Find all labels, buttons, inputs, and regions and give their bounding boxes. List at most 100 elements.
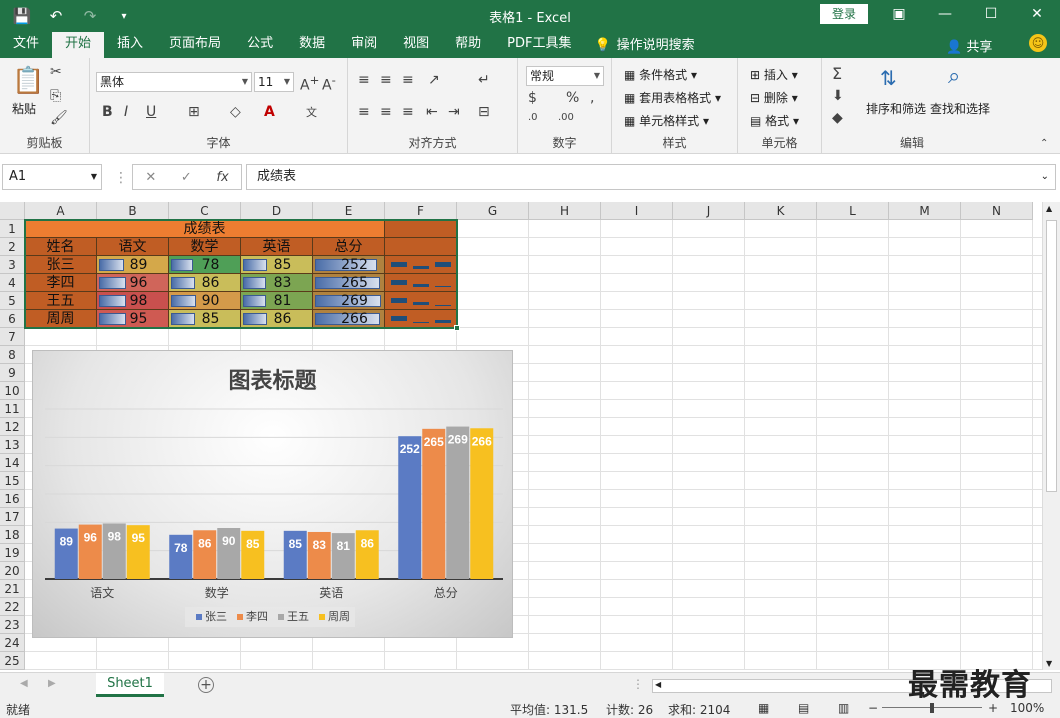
column-header-C[interactable]: C [169, 202, 241, 220]
total-cell[interactable]: 266 [313, 310, 385, 328]
feedback-smiley-icon[interactable]: ☺ [1029, 34, 1047, 52]
save-icon[interactable]: 💾 [12, 7, 32, 25]
row-header-3[interactable]: 3 [0, 256, 25, 274]
row-header-9[interactable]: 9 [0, 364, 25, 382]
column-header-E[interactable]: E [313, 202, 385, 220]
row-header-19[interactable]: 19 [0, 544, 25, 562]
row-header-17[interactable]: 17 [0, 508, 25, 526]
tell-me-search[interactable]: 💡 操作说明搜索 [584, 34, 704, 58]
autosum-icon[interactable]: Σ [832, 64, 842, 83]
row-header-25[interactable]: 25 [0, 652, 25, 670]
zoom-out-icon[interactable]: − [868, 701, 878, 715]
paste-icon[interactable]: 📋 [12, 66, 44, 96]
name-cell[interactable]: 王五 [25, 292, 97, 310]
minimize-icon[interactable]: — [922, 0, 968, 32]
row-header-10[interactable]: 10 [0, 382, 25, 400]
sparkline-cell[interactable] [385, 274, 457, 292]
row-header-18[interactable]: 18 [0, 526, 25, 544]
page-layout-view-icon[interactable]: ▤ [798, 701, 809, 715]
orientation-icon[interactable]: ↗ [428, 72, 440, 88]
wrap-text-icon[interactable]: ↵ [478, 72, 490, 88]
total-cell[interactable]: 265 [313, 274, 385, 292]
underline-icon[interactable]: U [146, 104, 156, 120]
tab-0[interactable]: 文件 [0, 32, 52, 58]
score-cell[interactable]: 95 [97, 310, 169, 328]
copy-icon[interactable]: ⎘ [50, 88, 61, 104]
column-header-N[interactable]: N [961, 202, 1033, 220]
grow-font-icon[interactable]: A+ [300, 73, 319, 94]
vertical-scroll-thumb[interactable] [1046, 220, 1057, 492]
score-cell[interactable]: 85 [241, 256, 313, 274]
italic-icon[interactable]: I [124, 104, 128, 120]
font-name-combo[interactable]: 黑体 ▼ [96, 72, 252, 92]
sheet-prev-icon[interactable]: ◀ [20, 678, 28, 689]
row-header-5[interactable]: 5 [0, 292, 25, 310]
header-cell[interactable]: 语文 [97, 238, 169, 256]
clear-icon[interactable]: ◆ [832, 110, 843, 126]
conditional-format-button[interactable]: ▦ 条件格式 ▾ [624, 66, 697, 83]
fill-handle[interactable] [454, 325, 460, 331]
row-header-23[interactable]: 23 [0, 616, 25, 634]
collapse-ribbon-icon[interactable]: ⌃ [1040, 138, 1048, 149]
ribbon-display-icon[interactable]: ▣ [876, 0, 922, 32]
cell-styles-button[interactable]: ▦ 单元格样式 ▾ [624, 112, 709, 129]
tab-7[interactable]: 视图 [390, 32, 442, 58]
name-cell[interactable]: 周周 [25, 310, 97, 328]
tab-8[interactable]: 帮助 [442, 32, 494, 58]
total-cell[interactable]: 269 [313, 292, 385, 310]
table-title-cell[interactable]: 成绩表 [25, 220, 385, 238]
sheet-tab-sheet1[interactable]: Sheet1 [96, 673, 164, 697]
find-select-icon[interactable]: ⌕ [948, 64, 960, 89]
shrink-font-icon[interactable]: A- [322, 73, 336, 94]
score-cell[interactable]: 98 [97, 292, 169, 310]
tab-2[interactable]: 插入 [104, 32, 156, 58]
align-middle-icon[interactable]: ≡ [380, 72, 392, 88]
add-sheet-icon[interactable]: + [198, 677, 214, 693]
expand-formula-icon[interactable]: ⌄ [1041, 165, 1049, 189]
column-header-H[interactable]: H [529, 202, 601, 220]
redo-icon[interactable]: ↷ [80, 7, 100, 25]
tab-5[interactable]: 数据 [286, 32, 338, 58]
increase-indent-icon[interactable]: ⇥ [448, 104, 460, 120]
name-cell[interactable]: 张三 [25, 256, 97, 274]
row-header-14[interactable]: 14 [0, 454, 25, 472]
fill-icon[interactable]: ⬇ [832, 88, 844, 104]
score-cell[interactable]: 96 [97, 274, 169, 292]
row-header-13[interactable]: 13 [0, 436, 25, 454]
insert-cells-button[interactable]: ⊞ 插入 ▾ [750, 66, 798, 83]
score-cell[interactable]: 86 [169, 274, 241, 292]
header-cell[interactable]: 数学 [169, 238, 241, 256]
cut-icon[interactable]: ✂ [50, 64, 62, 80]
sparkline-header-cell[interactable] [385, 238, 457, 256]
row-header-8[interactable]: 8 [0, 346, 25, 364]
bold-icon[interactable]: B [102, 104, 113, 120]
align-left-icon[interactable]: ≡ [358, 104, 370, 120]
scroll-down-icon[interactable]: ▼ [1046, 659, 1052, 668]
tab-6[interactable]: 审阅 [338, 32, 390, 58]
sparkline-cell[interactable] [385, 310, 457, 328]
header-cell[interactable]: 英语 [241, 238, 313, 256]
zoom-slider-thumb[interactable] [930, 703, 934, 713]
delete-cells-button[interactable]: ⊟ 删除 ▾ [750, 89, 798, 106]
align-bottom-icon[interactable]: ≡ [402, 72, 414, 88]
column-header-J[interactable]: J [673, 202, 745, 220]
format-cells-button[interactable]: ▤ 格式 ▾ [750, 112, 799, 129]
maximize-icon[interactable]: ☐ [968, 0, 1014, 32]
formula-input[interactable]: 成绩表 ⌄ [246, 164, 1056, 190]
fill-color-icon[interactable]: ◇ [230, 104, 241, 120]
tab-split-icon[interactable]: ⋮ [632, 677, 644, 691]
column-header-F[interactable]: F [385, 202, 457, 220]
score-cell[interactable]: 81 [241, 292, 313, 310]
decrease-decimal-icon[interactable]: .00 [558, 112, 574, 123]
tab-3[interactable]: 页面布局 [156, 32, 234, 58]
score-cell[interactable]: 85 [169, 310, 241, 328]
row-header-6[interactable]: 6 [0, 310, 25, 328]
header-cell[interactable]: 总分 [313, 238, 385, 256]
row-header-21[interactable]: 21 [0, 580, 25, 598]
row-header-16[interactable]: 16 [0, 490, 25, 508]
format-as-table-button[interactable]: ▦ 套用表格格式 ▾ [624, 89, 721, 106]
column-header-A[interactable]: A [25, 202, 97, 220]
align-top-icon[interactable]: ≡ [358, 72, 370, 88]
share-button[interactable]: 👤 共享 [946, 36, 992, 55]
customize-qat-icon[interactable]: ▾ [114, 11, 134, 22]
